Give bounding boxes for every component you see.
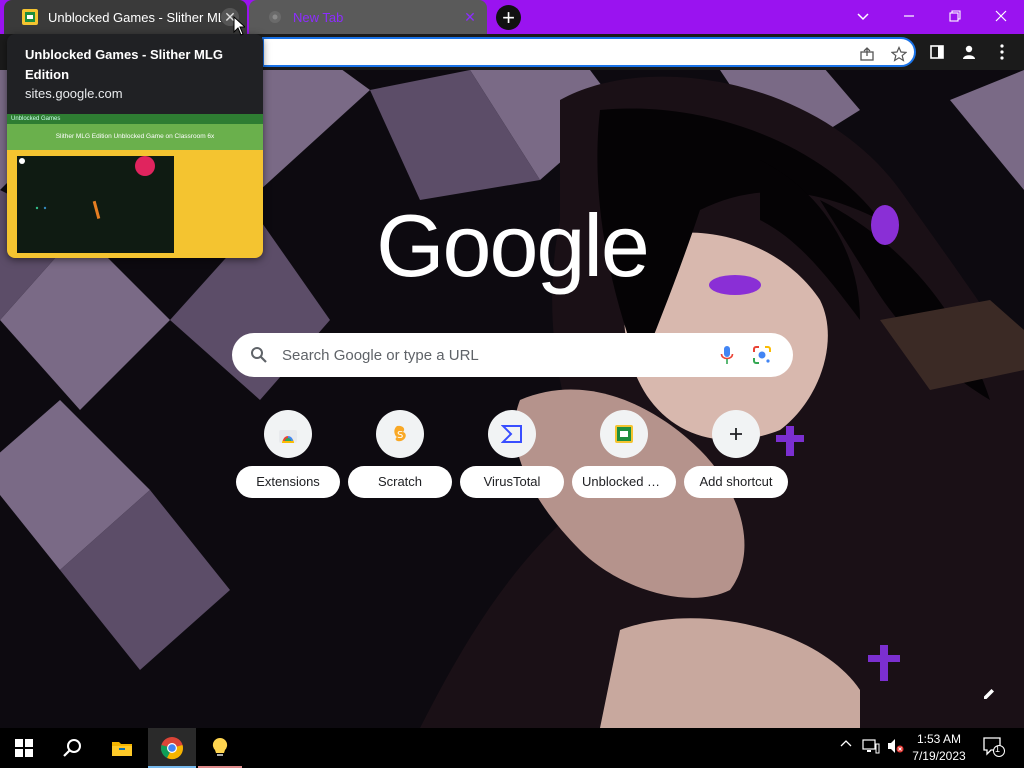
system-clock[interactable]: 1:53 AM 7/19/2023 (906, 731, 972, 765)
address-bar[interactable] (262, 37, 916, 67)
tab-preview-thumbnail: Unblocked Games Slither MLG Edition Unbl… (7, 114, 263, 258)
mouse-cursor-icon (233, 16, 245, 36)
menu-kebab-icon[interactable] (991, 41, 1013, 63)
preview-header: Unblocked Games (7, 114, 263, 124)
minimize-button[interactable] (886, 0, 932, 32)
google-lens-icon[interactable] (752, 345, 772, 365)
taskbar-file-explorer[interactable] (98, 728, 146, 768)
shortcut-extensions[interactable]: Extensions (236, 410, 340, 498)
windows-start-icon (15, 739, 33, 757)
hover-card-title: Unblocked Games - Slither MLG Edition (25, 47, 223, 82)
customize-chrome-button[interactable] (982, 687, 996, 706)
window-close-button[interactable] (978, 0, 1024, 32)
close-icon (995, 10, 1007, 22)
profile-icon[interactable] (958, 41, 980, 63)
search-icon (251, 347, 267, 363)
shortcut-label: Unblocked G... (572, 466, 676, 498)
tab-hover-card: Unblocked Games - Slither MLG Edition si… (7, 34, 263, 258)
shortcut-unblocked-games[interactable]: Unblocked G... (572, 410, 676, 498)
network-icon[interactable] (862, 738, 880, 757)
chrome-web-store-icon (264, 410, 312, 458)
minimize-icon (904, 15, 914, 17)
chevron-down-icon (857, 13, 869, 21)
notification-icon (983, 737, 1005, 757)
shortcut-virustotal[interactable]: VirusTotal (460, 410, 564, 498)
show-hidden-icons-chevron-icon[interactable] (840, 738, 852, 753)
tab-unblocked-games[interactable]: Unblocked Games - Slither MLG Edition ✕ (4, 0, 247, 34)
google-sites-favicon-icon (22, 9, 38, 25)
volume-muted-icon[interactable] (886, 738, 904, 757)
file-explorer-icon (112, 742, 132, 756)
tab-new-tab[interactable]: New Tab ✕ (249, 0, 487, 34)
restore-icon (949, 10, 961, 22)
clock-time: 1:53 AM (916, 732, 962, 746)
preview-game-canvas (17, 156, 174, 253)
svg-text:S: S (397, 430, 403, 441)
taskbar-tips-app[interactable] (198, 728, 242, 768)
action-center-button[interactable]: 1 (983, 737, 1005, 760)
search-icon (63, 739, 81, 757)
shortcut-scratch[interactable]: S Scratch (348, 410, 452, 498)
tab-title: Unblocked Games - Slither MLG Edition (48, 9, 221, 25)
search-input[interactable] (282, 346, 702, 364)
shortcut-label: Extensions (236, 466, 340, 498)
ntp-search-box[interactable] (232, 333, 793, 377)
tab-strip: Unblocked Games - Slither MLG Edition ✕ … (0, 0, 1024, 34)
restore-button[interactable] (932, 0, 978, 32)
chrome-icon (161, 737, 183, 760)
windows-taskbar: 1:53 AM 7/19/2023 1 (0, 728, 1024, 768)
tab-search-button[interactable] (840, 0, 886, 32)
preview-banner: Slither MLG Edition Unblocked Game on Cl… (7, 124, 263, 150)
shortcut-label: VirusTotal (460, 466, 564, 498)
new-tab-button[interactable]: + (496, 5, 521, 30)
clock-date: 7/19/2023 (912, 749, 966, 763)
plus-icon (712, 410, 760, 458)
shortcut-label: Add shortcut (684, 466, 788, 498)
chrome-favicon-icon (267, 9, 283, 25)
pencil-icon (984, 689, 994, 699)
notification-count: 1 (995, 744, 1001, 754)
virustotal-icon (488, 410, 536, 458)
plus-icon: + (502, 4, 515, 30)
taskbar-chrome[interactable] (148, 728, 196, 768)
tab-close-icon[interactable]: ✕ (461, 8, 479, 26)
google-sites-icon (600, 410, 648, 458)
start-button[interactable] (0, 728, 48, 768)
scratch-icon: S (376, 410, 424, 458)
screen: Unblocked Games - Slither MLG Edition ✕ … (0, 0, 1024, 768)
hover-card-domain: sites.google.com (25, 86, 123, 101)
lightbulb-icon (212, 737, 228, 756)
share-icon[interactable] (856, 43, 878, 65)
microphone-icon[interactable] (720, 345, 734, 365)
shortcut-label: Scratch (348, 466, 452, 498)
side-panel-icon[interactable] (926, 41, 948, 63)
bookmark-star-icon[interactable] (888, 43, 910, 65)
taskbar-search-button[interactable] (48, 728, 96, 768)
tab-title: New Tab (293, 9, 344, 25)
add-shortcut-button[interactable]: Add shortcut (684, 410, 788, 498)
